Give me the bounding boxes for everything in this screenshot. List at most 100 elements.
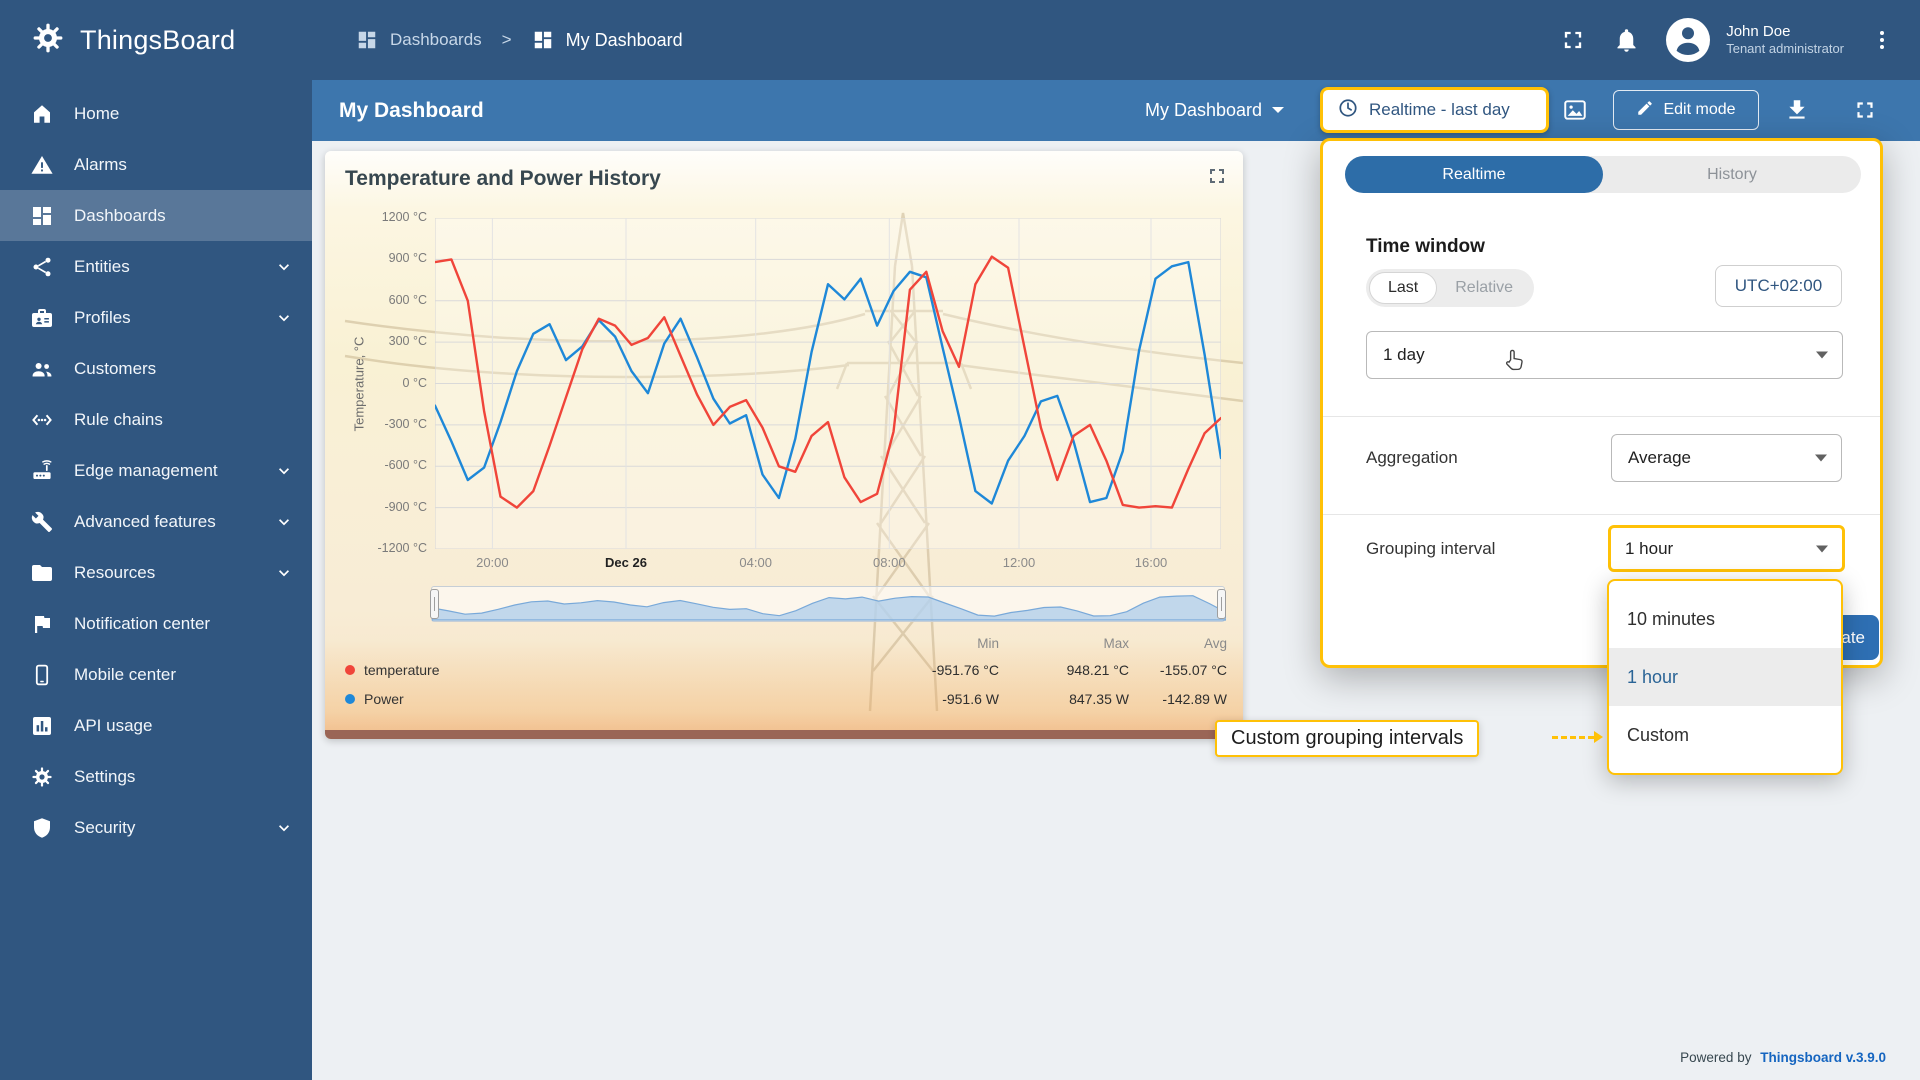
chevron-down-icon (274, 563, 294, 583)
y-tick-label: 1200 °C (381, 210, 427, 224)
sidebar-item-resources[interactable]: Resources (0, 547, 312, 598)
last-relative-toggle: Last Relative (1366, 269, 1535, 307)
more-menu-icon[interactable] (1870, 28, 1894, 52)
header-fullscreen-icon[interactable] (1559, 26, 1587, 54)
folder-icon (30, 561, 54, 585)
legend-header: Min (977, 635, 999, 651)
sidebar-item-notification-center[interactable]: Notification center (0, 598, 312, 649)
expand-widget-icon[interactable] (1205, 164, 1229, 193)
dropdown-option-custom[interactable]: Custom (1609, 706, 1841, 764)
toggle-relative[interactable]: Relative (1437, 272, 1531, 304)
thingsboard-logo-icon (30, 20, 66, 61)
sidebar: ThingsBoard Home Alarms Dashboards Entities… (0, 0, 312, 1080)
sidebar-item-label: Home (74, 103, 120, 123)
chart-overview-scrollbar[interactable] (430, 586, 1226, 622)
y-tick-label: -900 °C (384, 499, 427, 514)
sidebar-item-profiles[interactable]: Profiles (0, 292, 312, 343)
y-tick-label: -1200 °C (377, 541, 427, 555)
app-logo[interactable]: ThingsBoard (0, 0, 312, 80)
sidebar-item-label: Dashboards (74, 205, 166, 225)
ground-band-decoration (325, 730, 1243, 739)
y-axis-title: Temperature, °C (351, 336, 367, 432)
series-dot-icon (345, 664, 355, 675)
edit-mode-button[interactable]: Edit mode (1613, 90, 1759, 130)
notifications-bell-icon[interactable] (1613, 27, 1640, 54)
aggregation-select[interactable]: Average (1611, 434, 1842, 482)
sidebar-item-label: Customers (74, 358, 157, 378)
pencil-icon (1636, 99, 1654, 122)
chart-plot[interactable] (435, 218, 1221, 549)
timewindow-button-label: Realtime - last day (1369, 100, 1510, 119)
people-icon (30, 357, 54, 381)
sidebar-item-label: Security (74, 817, 136, 837)
toggle-last[interactable]: Last (1369, 272, 1438, 304)
x-tick-label: 04:00 (739, 555, 772, 570)
sidebar-item-dashboards[interactable]: Dashboards (0, 190, 312, 241)
sidebar-item-home[interactable]: Home (0, 88, 312, 139)
header-actions: John Doe Tenant administrator (1559, 18, 1894, 62)
y-tick-label: -600 °C (384, 458, 427, 473)
sidebar-item-settings[interactable]: Settings (0, 751, 312, 802)
dropdown-option-10-minutes[interactable]: 10 minutes (1609, 590, 1841, 648)
chevron-down-icon (274, 818, 294, 838)
edit-mode-label: Edit mode (1663, 101, 1736, 118)
time-window-heading: Time window (1366, 236, 1485, 257)
thingsboard-version-link[interactable]: Thingsboard v.3.9.0 (1760, 1050, 1886, 1065)
breadcrumb: Dashboards > My Dashboard (356, 29, 683, 51)
tab-realtime[interactable]: Realtime (1345, 156, 1603, 193)
grouping-interval-label: Grouping interval (1366, 539, 1496, 558)
download-icon[interactable] (1784, 97, 1810, 128)
user-name: John Doe (1726, 22, 1791, 40)
avatar[interactable] (1666, 18, 1711, 62)
chevron-down-icon (274, 308, 294, 328)
chevron-down-icon (274, 257, 294, 277)
entities-icon (30, 255, 54, 279)
grouping-interval-select[interactable]: 1 hour (1608, 525, 1845, 572)
timezone-button[interactable]: UTC+02:00 (1715, 265, 1842, 307)
flag-icon (30, 612, 54, 636)
sidebar-item-label: Notification center (74, 613, 211, 633)
sidebar-item-entities[interactable]: Entities (0, 241, 312, 292)
chevron-down-icon (1816, 351, 1828, 359)
legend-row-temperature[interactable]: temperature -951.76 °C 948.21 °C -155.07 °C (345, 655, 1227, 684)
phone-icon (30, 663, 54, 687)
timewindow-duration-select[interactable]: 1 day (1366, 331, 1843, 379)
tutorial-callout: Custom grouping intervals (1215, 720, 1480, 757)
divider (1323, 416, 1880, 417)
timewindow-button[interactable]: Realtime - last day (1320, 87, 1549, 133)
person-icon (1670, 20, 1706, 61)
sidebar-item-security[interactable]: Security (0, 802, 312, 853)
toolbar-fullscreen-icon[interactable] (1852, 97, 1878, 128)
sidebar-item-advanced-features[interactable]: Advanced features (0, 496, 312, 547)
x-tick-label: 16:00 (1134, 555, 1168, 570)
top-header: Dashboards > My Dashboard John Doe Tenan… (312, 0, 1920, 80)
legend-header: Max (1103, 635, 1129, 651)
callout-arrow (1594, 731, 1603, 743)
tab-history[interactable]: History (1603, 156, 1861, 193)
sidebar-item-api-usage[interactable]: API usage (0, 700, 312, 751)
sidebar-item-customers[interactable]: Customers (0, 343, 312, 394)
overview-area-chart (432, 595, 1226, 621)
warning-icon (30, 153, 54, 177)
sidebar-item-label: Edge management (74, 460, 218, 480)
overview-left-handle[interactable] (430, 589, 439, 619)
sidebar-item-mobile-center[interactable]: Mobile center (0, 649, 312, 700)
dropdown-option-1-hour[interactable]: 1 hour (1609, 648, 1841, 706)
x-tick-label: 08:00 (873, 555, 906, 570)
dashboard-selector[interactable]: My Dashboard (1145, 94, 1285, 126)
legend-header: Avg (1203, 635, 1227, 651)
sidebar-item-label: Advanced features (74, 511, 216, 531)
overview-right-handle[interactable] (1217, 589, 1226, 619)
y-tick-label: 0 °C (402, 375, 427, 390)
image-export-icon[interactable] (1562, 97, 1588, 128)
legend-row-power[interactable]: Power -951.6 W 847.35 W -142.89 W (345, 684, 1227, 713)
wrench-icon (30, 510, 54, 534)
breadcrumb-dashboards[interactable]: Dashboards (390, 30, 482, 50)
home-icon (30, 102, 54, 126)
sidebar-item-rule-chains[interactable]: Rule chains (0, 394, 312, 445)
y-tick-label: 600 °C (388, 292, 427, 307)
chevron-down-icon (274, 512, 294, 532)
footer: Powered by Thingsboard v.3.9.0 (1680, 1050, 1886, 1065)
sidebar-item-edge-management[interactable]: Edge management (0, 445, 312, 496)
sidebar-item-alarms[interactable]: Alarms (0, 139, 312, 190)
